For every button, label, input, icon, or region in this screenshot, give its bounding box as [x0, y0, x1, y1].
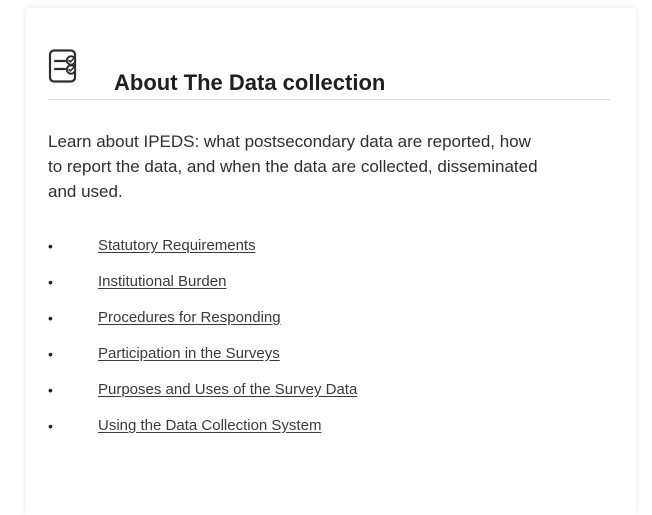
bullet-marker: • [48, 382, 53, 398]
bullet-marker: • [48, 310, 53, 326]
statutory-requirements-link[interactable]: Statutory Requirements [98, 228, 256, 264]
participation-in-the-surveys-link[interactable]: Participation in the Surveys [98, 336, 280, 372]
list-item: • Institutional Burden [48, 264, 568, 300]
about-data-collection-card: About The Data collection Learn about IP… [26, 8, 636, 515]
page: About The Data collection Learn about IP… [0, 0, 652, 515]
using-data-collection-system-link[interactable]: Using the Data Collection System [98, 408, 321, 444]
purposes-and-uses-link[interactable]: Purposes and Uses of the Survey Data [98, 372, 357, 408]
list-item: • Participation in the Surveys [48, 336, 568, 372]
procedures-for-responding-link[interactable]: Procedures for Responding [98, 300, 281, 336]
bullet-marker: • [48, 274, 53, 290]
list-item: • Procedures for Responding [48, 300, 568, 336]
data-collection-links: • Statutory Requirements • Institutional… [48, 228, 568, 444]
survey-document-icon [48, 49, 77, 83]
list-item: • Using the Data Collection System [48, 408, 568, 444]
card-header: About The Data collection [48, 44, 610, 100]
list-item: • Statutory Requirements [48, 228, 568, 264]
bullet-marker: • [48, 238, 53, 254]
card-title: About The Data collection [114, 70, 386, 96]
institutional-burden-link[interactable]: Institutional Burden [98, 264, 226, 300]
bullet-marker: • [48, 346, 53, 362]
intro-text: Learn about IPEDS: what postsecondary da… [48, 132, 538, 201]
bullet-marker: • [48, 418, 53, 434]
list-item: • Purposes and Uses of the Survey Data [48, 372, 568, 408]
